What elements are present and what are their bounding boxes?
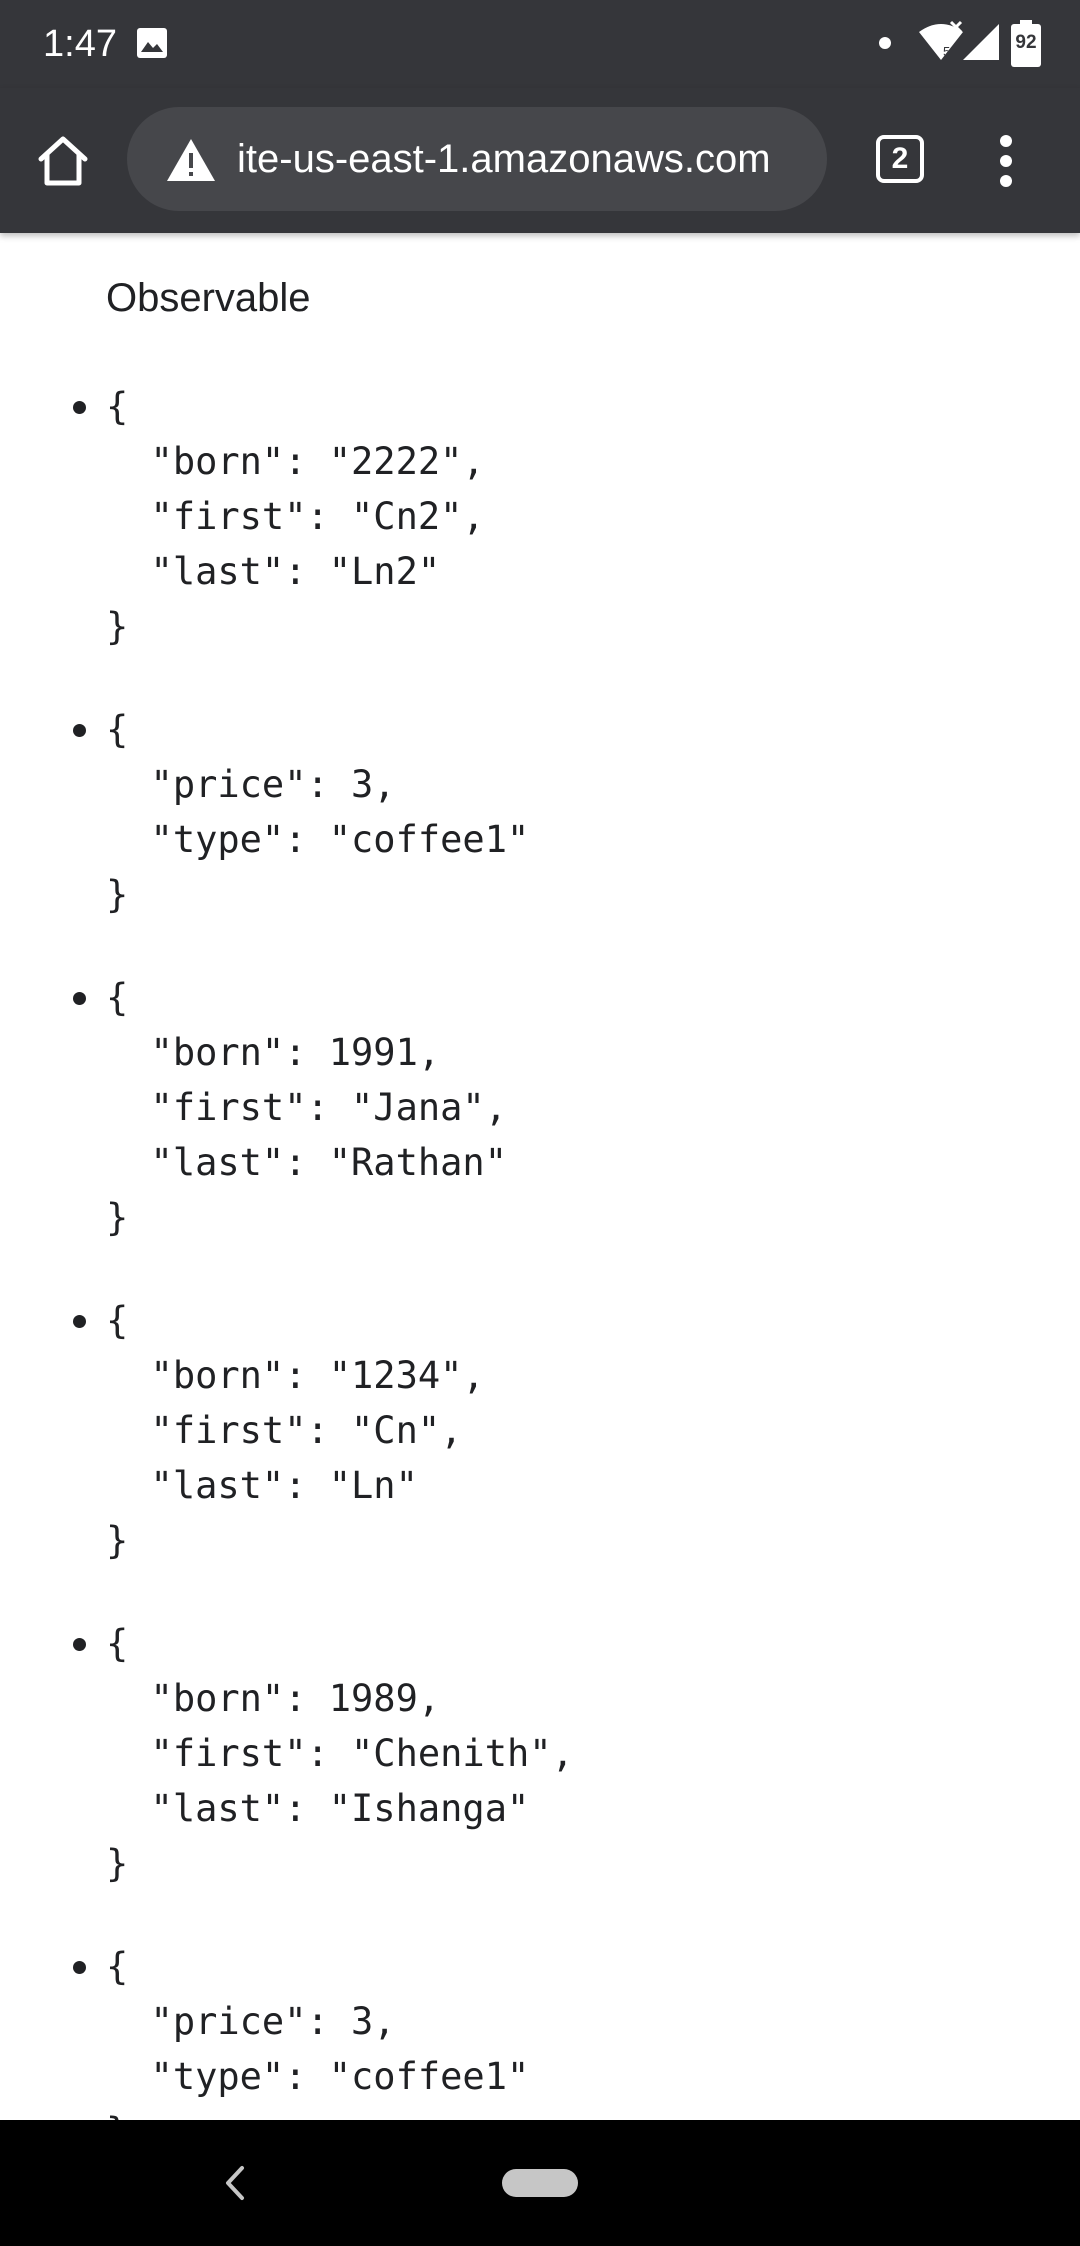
- list-item: { "born": 1991, "first": "Jana", "last":…: [0, 970, 574, 1245]
- notification-dot: [879, 37, 891, 49]
- page-content: Observable { "born": "2222", "first": "C…: [0, 233, 1080, 2120]
- bullet: [73, 1315, 86, 1328]
- tab-count: 2: [876, 135, 924, 183]
- json-object: { "born": "2222", "first": "Cn2", "last"…: [106, 385, 485, 648]
- status-bar: 1:47 5 92: [0, 0, 1080, 88]
- home-pill[interactable]: [502, 2169, 578, 2197]
- json-object: { "price": 3, "type": "coffee1" }: [106, 1945, 530, 2120]
- wifi-icon: 5: [919, 20, 963, 60]
- url-text[interactable]: ite-us-east-1.amazonaws.com: [237, 134, 771, 184]
- list-item: { "born": "1234", "first": "Cn", "last":…: [0, 1293, 574, 1568]
- list-item: { "born": "2222", "first": "Cn2", "last"…: [0, 379, 574, 654]
- observable-list: { "born": "2222", "first": "Cn2", "last"…: [0, 379, 574, 2120]
- json-object: { "price": 3, "type": "coffee1" }: [106, 708, 530, 916]
- bullet: [73, 724, 86, 737]
- list-item: { "price": 3, "type": "coffee1" }: [0, 1939, 574, 2120]
- page-heading: Observable: [106, 276, 311, 320]
- warning-icon[interactable]: [165, 137, 217, 183]
- json-object: { "born": 1989, "first": "Chenith", "las…: [106, 1622, 574, 1885]
- signal-icon: [963, 24, 999, 60]
- status-time: 1:47: [43, 23, 117, 65]
- bullet: [73, 401, 86, 414]
- back-icon[interactable]: [214, 2158, 254, 2208]
- bullet: [73, 1638, 86, 1651]
- list-item: { "born": 1989, "first": "Chenith", "las…: [0, 1616, 574, 1891]
- bullet: [73, 992, 86, 1005]
- list-item: { "price": 3, "type": "coffee1" }: [0, 702, 574, 922]
- navigation-bar: [0, 2120, 1080, 2246]
- home-icon[interactable]: [28, 126, 98, 196]
- svg-text:5: 5: [943, 44, 950, 59]
- battery-level: 92: [1015, 32, 1037, 53]
- url-bar[interactable]: ite-us-east-1.amazonaws.com: [127, 107, 827, 211]
- bullet: [73, 1961, 86, 1974]
- json-object: { "born": "1234", "first": "Cn", "last":…: [106, 1299, 485, 1562]
- screen: 1:47 5 92 ite-us-east-1.amazonaws.com 2 …: [0, 0, 1080, 2246]
- more-vert-icon[interactable]: [986, 131, 1026, 191]
- browser-toolbar: ite-us-east-1.amazonaws.com 2: [0, 88, 1080, 233]
- tab-switcher-button[interactable]: 2: [872, 131, 928, 187]
- gallery-icon: [137, 28, 167, 58]
- json-object: { "born": 1991, "first": "Jana", "last":…: [106, 976, 507, 1239]
